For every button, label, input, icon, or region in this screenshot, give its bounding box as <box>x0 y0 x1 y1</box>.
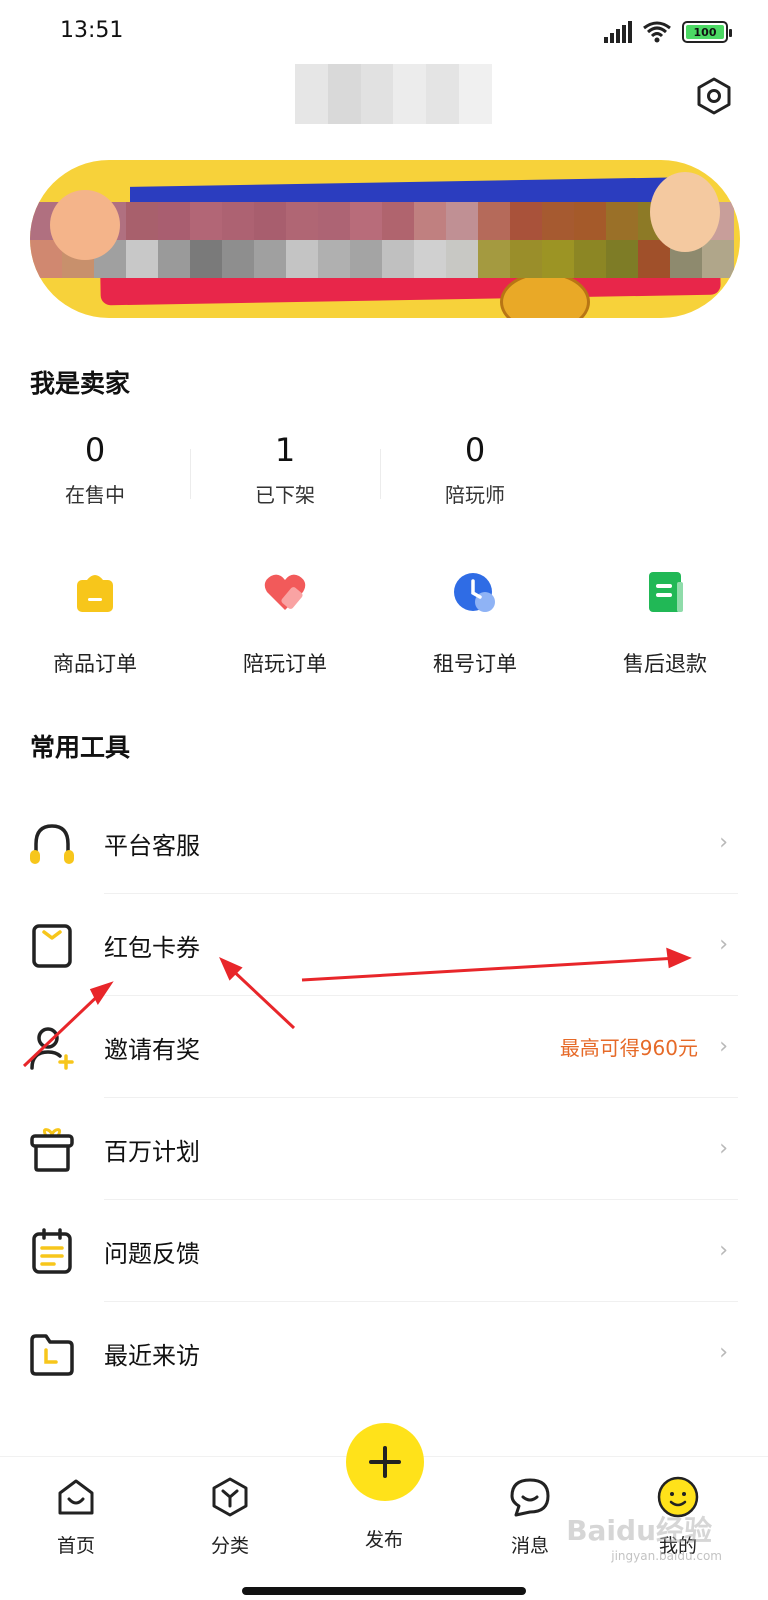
wifi-icon <box>643 21 671 43</box>
stat-label: 已下架 <box>255 483 315 507</box>
tool-label: 问题反馈 <box>104 1240 200 1268</box>
tool-label: 平台客服 <box>104 832 200 860</box>
stat-delisted[interactable]: 1 已下架 <box>190 425 380 525</box>
publish-label: 发布 <box>364 1529 403 1551</box>
tool-invite[interactable]: 邀请有奖 最高可得960元 › <box>0 996 768 1098</box>
settings-icon[interactable] <box>694 76 734 116</box>
order-shortcuts: 商品订单 陪玩订单 租号订单 售后退款 <box>0 568 768 688</box>
username-blurred <box>262 64 493 124</box>
chevron-right-icon: › <box>719 1136 728 1161</box>
invite-reward-text: 最高可得960元 <box>559 1036 698 1060</box>
chevron-right-icon: › <box>719 830 728 855</box>
tool-customer-service[interactable]: 平台客服 › <box>0 792 768 894</box>
tool-label: 红包卡券 <box>104 934 200 962</box>
stat-value: 0 <box>464 431 486 469</box>
folder-clock-icon <box>30 1334 74 1376</box>
stat-value: 0 <box>84 431 106 469</box>
feedback-icon <box>32 1228 72 1274</box>
stat-value: 1 <box>274 431 296 469</box>
tool-label: 最近来访 <box>104 1342 200 1370</box>
chevron-right-icon: › <box>719 932 728 957</box>
order-label: 租号订单 <box>433 652 517 676</box>
status-icons: 100 <box>604 20 732 44</box>
coupon-icon <box>32 924 72 968</box>
chevron-right-icon: › <box>719 1034 728 1059</box>
tool-label: 百万计划 <box>104 1138 200 1166</box>
message-icon <box>510 1478 550 1517</box>
add-user-icon <box>30 1027 74 1070</box>
signal-icon <box>604 21 632 43</box>
chevron-right-icon: › <box>719 1340 728 1365</box>
chevron-right-icon: › <box>719 1238 728 1263</box>
order-label: 商品订单 <box>53 652 137 676</box>
seller-stats: 0 在售中 1 已下架 0 陪玩师 <box>0 425 768 525</box>
product-orders-button[interactable]: 商品订单 <box>0 568 190 678</box>
clock-icon <box>454 573 495 612</box>
status-time: 13:51 <box>60 18 124 43</box>
refund-button[interactable]: 售后退款 <box>570 568 760 678</box>
battery-icon: 100 <box>682 21 732 43</box>
tools-section-title: 常用工具 <box>30 733 131 762</box>
tab-label: 分类 <box>210 1535 249 1557</box>
status-bar: 13:51 100 <box>0 0 768 64</box>
bottom-tab-bar: 首页 分类 发布 消息 我的 Baidu经验 jingyan.baidu.com <box>0 1423 768 1600</box>
order-label: 售后退款 <box>623 652 707 676</box>
tool-million-plan[interactable]: 百万计划 › <box>0 1098 768 1200</box>
stat-label: 陪玩师 <box>445 483 505 507</box>
stat-companions[interactable]: 0 陪玩师 <box>380 425 570 525</box>
headphones-icon <box>30 824 74 864</box>
tab-home[interactable]: 首页 <box>26 1475 126 1558</box>
document-icon <box>649 572 683 612</box>
home-indicator[interactable] <box>242 1587 526 1595</box>
tool-list: 平台客服 › 红包卡券 › 邀请有奖 最高可得960元 › 百万计划 › 问题反… <box>0 792 768 1404</box>
tool-recent-visitors[interactable]: 最近来访 › <box>0 1302 768 1404</box>
rental-orders-button[interactable]: 租号订单 <box>380 568 570 678</box>
promo-banner[interactable] <box>30 160 740 318</box>
shopping-bag-icon <box>77 575 113 612</box>
plus-icon <box>369 1446 401 1478</box>
banner-character-right <box>650 172 720 252</box>
seller-section-title: 我是卖家 <box>30 369 131 398</box>
tool-coupons[interactable]: 红包卡券 › <box>0 894 768 996</box>
banner-text-blurred <box>30 202 740 278</box>
category-icon <box>212 1477 248 1517</box>
tool-label: 邀请有奖 <box>104 1036 200 1064</box>
tab-messages[interactable]: 消息 <box>480 1475 580 1558</box>
stat-on-sale[interactable]: 0 在售中 <box>0 425 190 525</box>
tab-label: 消息 <box>510 1535 549 1557</box>
gift-box-icon <box>30 1128 74 1172</box>
battery-level: 100 <box>686 25 724 39</box>
heart-tag-icon <box>264 574 306 610</box>
stat-label: 在售中 <box>65 483 125 507</box>
home-icon <box>58 1479 94 1515</box>
companion-orders-button[interactable]: 陪玩订单 <box>190 568 380 678</box>
order-label: 陪玩订单 <box>243 652 327 676</box>
tab-label: 首页 <box>56 1535 95 1557</box>
publish-button[interactable] <box>346 1423 424 1501</box>
banner-character-left <box>50 190 120 260</box>
watermark-url: jingyan.baidu.com <box>611 1549 722 1563</box>
tool-feedback[interactable]: 问题反馈 › <box>0 1200 768 1302</box>
watermark: Baidu经验 <box>566 1514 712 1547</box>
tab-category[interactable]: 分类 <box>180 1475 280 1558</box>
